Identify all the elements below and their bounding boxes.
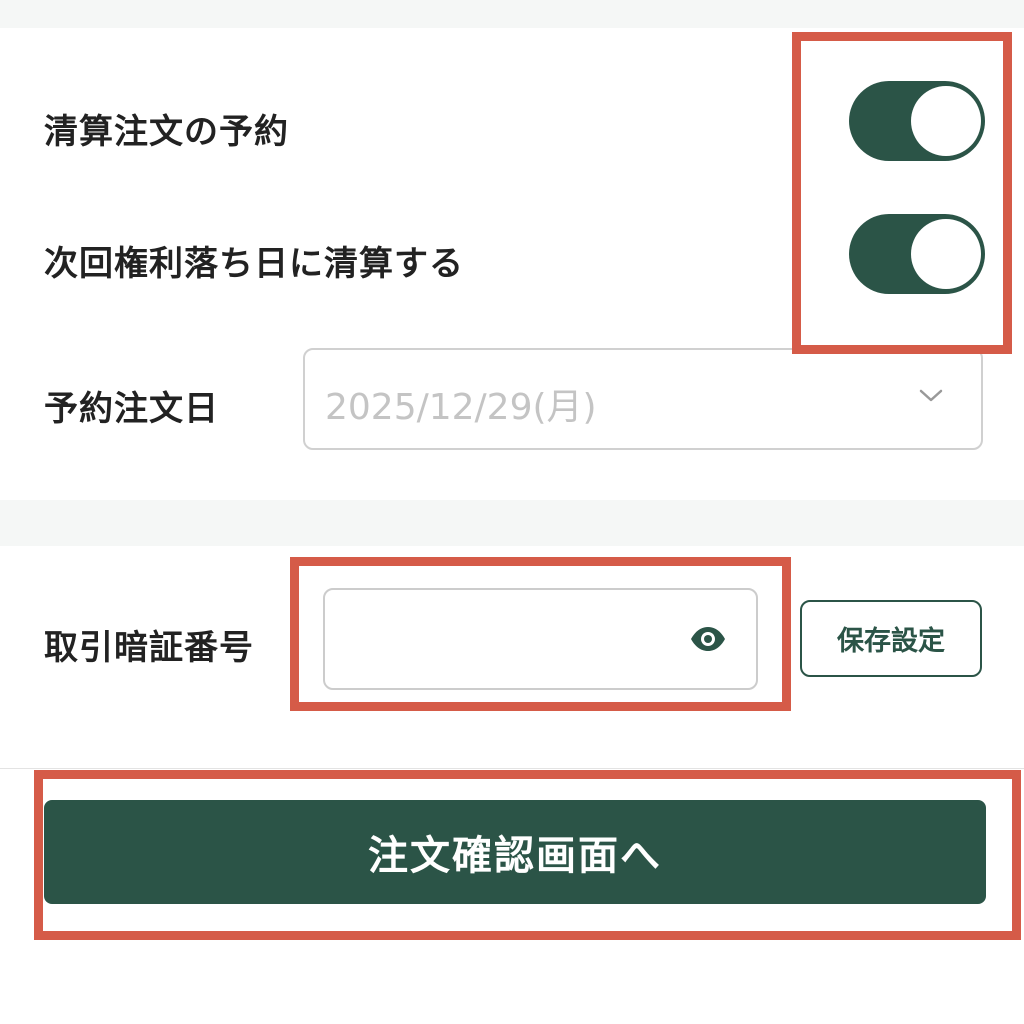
toggle-knob	[911, 86, 981, 156]
divider	[0, 768, 1024, 769]
chevron-down-icon	[919, 389, 943, 402]
reserve-settlement-label: 清算注文の予約	[44, 112, 289, 152]
settle-next-exright-toggle[interactable]	[849, 214, 985, 294]
top-band	[0, 0, 1024, 28]
pin-field[interactable]	[323, 588, 758, 690]
order-date-value: 2025/12/29(月)	[325, 387, 597, 428]
toggle-knob	[911, 219, 981, 289]
order-confirm-button[interactable]: 注文確認画面へ	[44, 800, 986, 904]
order-date-select[interactable]: 2025/12/29(月)	[303, 348, 983, 450]
section-separator	[0, 500, 1024, 546]
eye-icon[interactable]	[690, 627, 726, 651]
reserve-settlement-toggle[interactable]	[849, 81, 985, 161]
save-settings-button[interactable]: 保存設定	[800, 600, 982, 677]
pin-input[interactable]	[339, 612, 679, 668]
order-date-label: 予約注文日	[44, 389, 219, 429]
settle-next-exright-label: 次回権利落ち日に清算する	[44, 244, 464, 284]
pin-label: 取引暗証番号	[44, 628, 254, 668]
